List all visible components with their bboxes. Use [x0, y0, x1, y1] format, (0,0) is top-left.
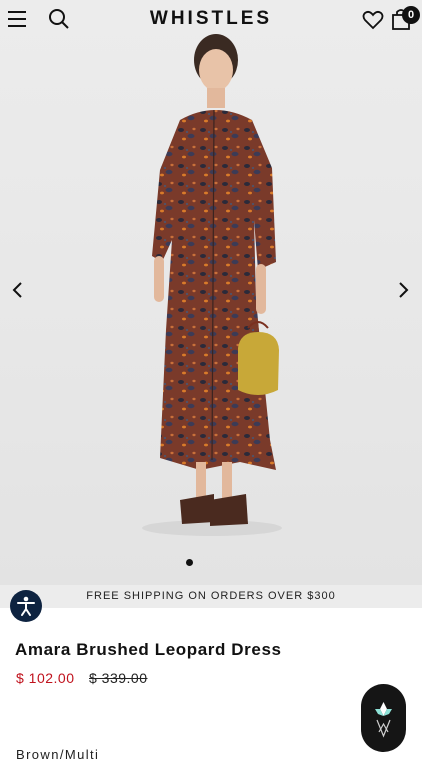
original-price: $ 339.00: [89, 670, 148, 686]
chevron-left-icon[interactable]: [7, 279, 29, 301]
brand-logo[interactable]: WHISTLES: [0, 8, 422, 30]
product-image-carousel[interactable]: [0, 0, 422, 585]
chat-button[interactable]: [361, 684, 406, 752]
accessibility-button[interactable]: [10, 590, 42, 622]
product-color: Brown/Multi: [16, 747, 100, 762]
shipping-banner: FREE SHIPPING ON ORDERS OVER $300: [0, 585, 422, 608]
accessibility-icon: [17, 596, 35, 616]
carousel-dot-active[interactable]: [186, 559, 193, 566]
site-header: WHISTLES 0: [0, 0, 422, 40]
product-title: Amara Brushed Leopard Dress: [15, 640, 282, 659]
chat-logo-icon: [375, 702, 392, 738]
heart-icon[interactable]: [362, 10, 384, 30]
product-photo: [142, 34, 282, 536]
bag-count-badge: 0: [402, 6, 420, 24]
chevron-right-icon[interactable]: [392, 279, 414, 301]
sale-price: $ 102.00: [16, 670, 75, 686]
